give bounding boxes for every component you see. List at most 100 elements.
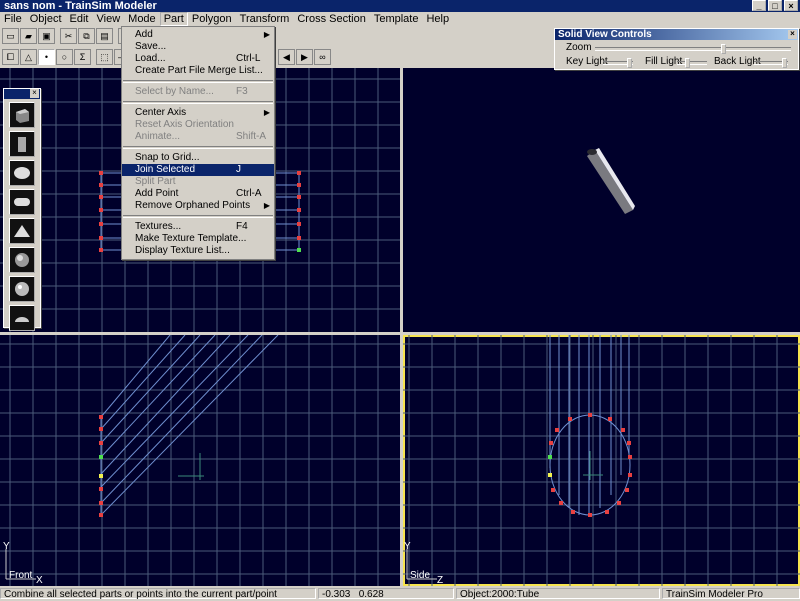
part-menu-item-center-axis[interactable]: Center Axis ▶ [122,107,274,119]
sum-icon[interactable]: Σ [74,49,91,65]
zoom-slider[interactable] [595,44,791,54]
tube-solid [587,148,635,214]
open-folder-icon[interactable]: ▰ [20,28,37,44]
key-light-slider[interactable] [603,58,633,68]
part-menu-item-remove-orphaned-points[interactable]: Remove Orphaned Points ▶ [122,200,274,212]
menu-item-label: Reset Axis Orientation [135,119,234,130]
menu-item-label: Load... [135,53,166,64]
menu-separator [123,215,273,218]
menu-cross-section[interactable]: Cross Section [293,12,369,26]
menu-mode[interactable]: Mode [124,12,160,26]
viewport-side-label: Side [410,570,431,581]
new-file-icon[interactable]: ▭ [2,28,19,44]
viewport-side[interactable]: Y Side Z [403,335,800,586]
fill-light-slider[interactable] [677,58,707,68]
geosphere-icon[interactable] [9,276,35,302]
arrow-left-icon[interactable]: ◀ [278,49,295,65]
part-menu-item-load[interactable]: Load... Ctrl-L [122,53,274,65]
menu-item-label: Center Axis [135,107,187,118]
main-toolbar: ▭ ▰ ▣ ✂ ⧉ ▤ ? [0,27,135,45]
menu-item-label: Save... [135,41,167,52]
part-menu-item-textures[interactable]: Textures... F4 [122,221,274,233]
box-icon[interactable] [9,131,35,157]
status-hint: Combine all selected parts or points int… [0,588,316,600]
menu-file[interactable]: File [0,12,26,26]
menu-separator [123,80,273,83]
menu-transform[interactable]: Transform [236,12,294,26]
viewport-front-label: Front [9,570,33,581]
close-icon[interactable]: × [788,30,797,39]
part-menu-item-snap-to-grid[interactable]: Snap to Grid... [122,152,274,164]
cut-icon[interactable]: ✂ [60,28,77,44]
palette-titlebar[interactable]: × [4,89,40,99]
back-light-slider[interactable] [754,58,788,68]
menu-item-label: Remove Orphaned Points [135,200,251,211]
paste-icon[interactable]: ▤ [96,28,113,44]
arrow-right-icon[interactable]: ▶ [296,49,313,65]
menu-item-label: Create Part File Merge List... [135,65,263,76]
close-button[interactable]: × [784,0,798,11]
viewport-front[interactable]: Y Front X [0,335,400,586]
select-circle-icon[interactable]: ○ [56,49,73,65]
menu-item-label: Make Texture Template... [135,233,247,244]
axis-x-label: X [36,575,43,586]
pyramid-icon[interactable] [9,218,35,244]
menu-polygon[interactable]: Polygon [188,12,236,26]
status-coords: -0.303 0.628 [318,588,454,600]
part-menu-item-create-part-file-merge-list[interactable]: Create Part File Merge List... [122,65,274,77]
status-bar: Combine all selected parts or points int… [0,588,800,600]
primitive-palette: × [3,88,41,331]
menu-bar: File Object Edit View Mode Part Polygon … [0,12,800,26]
menu-template[interactable]: Template [370,12,423,26]
window-title: sans nom - TrainSim Modeler [4,0,157,12]
menu-item-label: Select by Name... [135,86,214,97]
menu-item-shortcut: J [236,164,241,175]
mode-toolbar: ⧠ △ • ○ Σ ⬚ ― [0,48,131,66]
menu-separator [123,101,273,104]
menu-edit[interactable]: Edit [66,12,93,26]
capsule-icon[interactable] [9,189,35,215]
solid-view-title: Solid View Controls [558,29,652,40]
maximize-button[interactable]: □ [768,0,782,11]
menu-item-label: Animate... [135,131,181,142]
minimize-button[interactable]: _ [752,0,766,11]
select-point-icon[interactable]: • [38,49,55,65]
part-menu-item-display-texture-list[interactable]: Display Texture List... [122,245,274,257]
axis-gizmo [178,453,204,480]
part-menu-item-add[interactable]: Add ▶ [122,29,274,41]
viewport-solid-3d[interactable] [403,68,800,332]
close-icon[interactable]: × [30,89,39,98]
menu-help[interactable]: Help [422,12,453,26]
menu-item-label: Join Selected [135,164,196,175]
axis-z-label: Z [437,575,444,586]
sphere-icon[interactable] [9,247,35,273]
menu-separator [123,146,273,149]
select-object-icon[interactable]: ⧠ [2,49,19,65]
part-menu-item-add-point[interactable]: Add Point Ctrl-A [122,188,274,200]
status-app: TrainSim Modeler Pro [662,588,800,600]
menu-object[interactable]: Object [26,12,66,26]
coord-y: 0.628 [358,589,384,600]
cone-icon[interactable] [9,305,35,331]
menu-part[interactable]: Part [159,12,188,26]
solid-view-controls: Solid View Controls × Zoom Key Light Fil… [554,28,799,70]
part-menu-item-save[interactable]: Save... [122,41,274,53]
binoculars-icon[interactable]: ∞ [314,49,331,65]
menu-item-label: Add Point [135,188,179,199]
cube-icon[interactable] [9,102,35,128]
menu-item-shortcut: F3 [236,86,248,97]
select-polygon-icon[interactable]: △ [20,49,37,65]
menu-view[interactable]: View [93,12,125,26]
zoom-label: Zoom [566,42,592,53]
part-menu-item-make-texture-template[interactable]: Make Texture Template... [122,233,274,245]
ellipse-icon[interactable] [9,160,35,186]
copy-icon[interactable]: ⧉ [78,28,95,44]
save-disk-icon[interactable]: ▣ [38,28,55,44]
part-menu-item-join-selected[interactable]: Join Selected J [122,164,274,176]
axis-y-label: Y [404,541,411,552]
submenu-arrow-icon: ▶ [263,30,270,39]
title-bar: sans nom - TrainSim Modeler _ □ × [0,0,800,12]
coord-x: -0.303 [322,589,351,600]
marquee-select-icon[interactable]: ⬚ [96,49,113,65]
solid-view-titlebar[interactable]: Solid View Controls × [555,29,798,40]
